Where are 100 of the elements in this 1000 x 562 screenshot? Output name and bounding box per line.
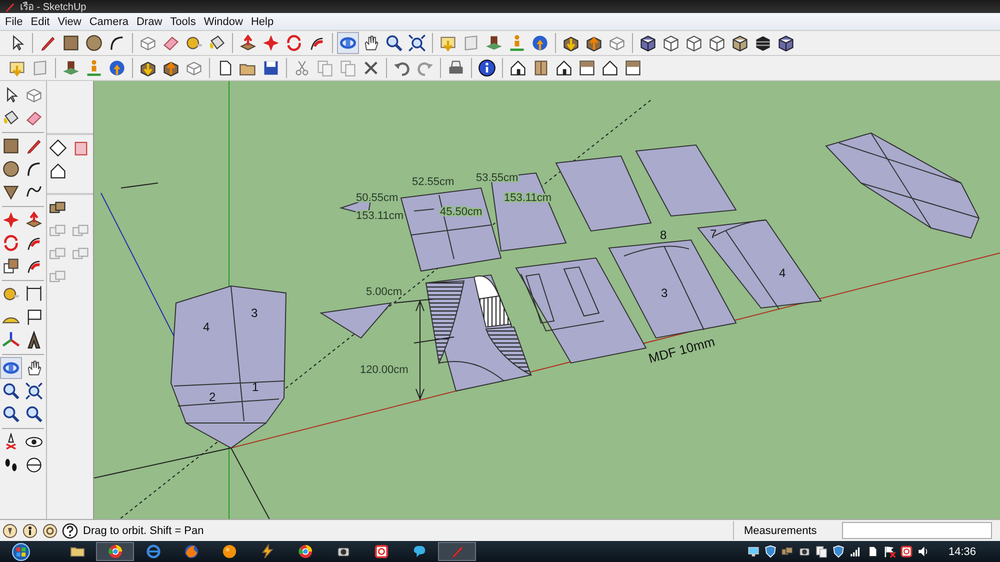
- shield-icon[interactable]: [832, 545, 846, 558]
- fruit-icon[interactable]: [222, 544, 236, 559]
- measurements-field[interactable]: [842, 522, 992, 539]
- globe-icon[interactable]: [531, 34, 549, 52]
- circle-icon[interactable]: [85, 34, 103, 52]
- dimension-label: 50.55cm: [356, 192, 398, 204]
- help-icon[interactable]: [62, 522, 78, 538]
- rotate-icon[interactable]: [2, 234, 20, 252]
- building-icon[interactable]: [485, 34, 503, 52]
- cube-icon[interactable]: [685, 34, 703, 52]
- menu-item[interactable]: Draw: [133, 16, 166, 28]
- app-icon[interactable]: [900, 545, 914, 558]
- import-icon[interactable]: [8, 59, 26, 77]
- delete-icon[interactable]: [362, 59, 380, 77]
- tape-measure-icon[interactable]: [2, 285, 20, 303]
- move-icon[interactable]: [2, 211, 20, 229]
- eraser-icon[interactable]: [25, 109, 43, 127]
- view-icon[interactable]: [624, 59, 642, 77]
- menu-item[interactable]: Window: [200, 16, 246, 28]
- rotate-icon[interactable]: [285, 34, 303, 52]
- box-up-icon[interactable]: [585, 34, 603, 52]
- building-icon[interactable]: [62, 59, 80, 77]
- zoom-extents-icon[interactable]: [25, 382, 43, 400]
- tape-measure-icon[interactable]: [185, 34, 203, 52]
- section-icon[interactable]: [25, 456, 43, 474]
- window-title: เรือ - SketchUp: [20, 0, 86, 14]
- house-icon[interactable]: [509, 59, 527, 77]
- top-view-icon[interactable]: [578, 59, 596, 77]
- info-icon[interactable]: [478, 59, 496, 77]
- house-icon[interactable]: [555, 59, 573, 77]
- box-icon[interactable]: [139, 34, 157, 52]
- menu-item[interactable]: Camera: [86, 16, 132, 28]
- rectangle-icon[interactable]: [62, 34, 80, 52]
- paint-bucket-icon[interactable]: [208, 34, 226, 52]
- box-icon[interactable]: [25, 86, 43, 104]
- fox-icon[interactable]: [184, 544, 198, 559]
- search-icon[interactable]: [25, 405, 43, 423]
- hand-icon[interactable]: [362, 34, 380, 52]
- pencil-icon[interactable]: [25, 137, 43, 155]
- figure-icon[interactable]: [508, 34, 526, 52]
- cube-icon[interactable]: [639, 34, 657, 52]
- signal-icon[interactable]: [849, 545, 862, 558]
- search-icon[interactable]: [2, 405, 20, 423]
- house-icon[interactable]: [49, 162, 67, 180]
- cube-icon[interactable]: [777, 34, 795, 52]
- box-icon[interactable]: [608, 34, 626, 52]
- import-icon[interactable]: [439, 34, 457, 52]
- menu-item[interactable]: Help: [248, 16, 277, 28]
- box-icon[interactable]: [72, 139, 90, 157]
- menu-item[interactable]: File: [2, 16, 26, 28]
- eraser-icon[interactable]: [162, 34, 180, 52]
- ring-icon[interactable]: [42, 522, 58, 538]
- box-up-icon[interactable]: [162, 59, 180, 77]
- search-icon[interactable]: [2, 382, 20, 400]
- views-icon[interactable]: [49, 139, 67, 157]
- cube-icon[interactable]: [662, 34, 680, 52]
- cube-icon[interactable]: [708, 34, 726, 52]
- cube-icon[interactable]: [731, 34, 749, 52]
- circle-icon[interactable]: [2, 160, 20, 178]
- cube-icon[interactable]: [754, 34, 772, 52]
- paint-bucket-icon[interactable]: [2, 109, 20, 127]
- scale-icon[interactable]: [2, 257, 20, 275]
- globe-icon[interactable]: [108, 59, 126, 77]
- browser-icon[interactable]: [108, 544, 122, 559]
- copy-icon[interactable]: [815, 545, 828, 558]
- axes-icon[interactable]: [2, 331, 20, 349]
- house-icon[interactable]: [601, 59, 619, 77]
- page-icon[interactable]: [866, 545, 880, 558]
- monitor-icon[interactable]: [747, 545, 760, 558]
- letter-icon[interactable]: [25, 331, 43, 349]
- chat-icon[interactable]: [412, 544, 426, 559]
- box-down-icon[interactable]: [139, 59, 157, 77]
- menu-item[interactable]: View: [54, 16, 84, 28]
- shield-icon[interactable]: [764, 545, 778, 558]
- box-down-icon[interactable]: [562, 34, 580, 52]
- box-icon[interactable]: [185, 59, 203, 77]
- push-pull-icon[interactable]: [25, 211, 43, 229]
- save-icon[interactable]: [262, 59, 280, 77]
- bolt-icon[interactable]: [260, 544, 274, 559]
- scissors-icon[interactable]: [293, 59, 311, 77]
- move-icon[interactable]: [262, 34, 280, 52]
- menu-item[interactable]: Edit: [28, 16, 53, 28]
- push-pull-icon[interactable]: [239, 34, 257, 52]
- app-icon[interactable]: [374, 544, 388, 559]
- hand-icon[interactable]: [25, 359, 43, 377]
- rectangle-icon[interactable]: [2, 137, 20, 155]
- box-icon[interactable]: [781, 545, 794, 558]
- dimension-icon[interactable]: [25, 285, 43, 303]
- triangle-icon[interactable]: [2, 183, 20, 201]
- camera-icon[interactable]: [798, 545, 812, 558]
- flag-icon[interactable]: [883, 545, 896, 558]
- part-number: 7: [710, 227, 717, 241]
- figure-icon[interactable]: [85, 59, 103, 77]
- browser-icon[interactable]: [298, 544, 312, 559]
- menu-item[interactable]: Tools: [167, 16, 199, 28]
- pencil-icon[interactable]: [39, 34, 57, 52]
- zoom-extents-icon[interactable]: [408, 34, 426, 52]
- search-icon[interactable]: [385, 34, 403, 52]
- start-icon[interactable]: [12, 542, 30, 560]
- door-icon[interactable]: [532, 59, 550, 77]
